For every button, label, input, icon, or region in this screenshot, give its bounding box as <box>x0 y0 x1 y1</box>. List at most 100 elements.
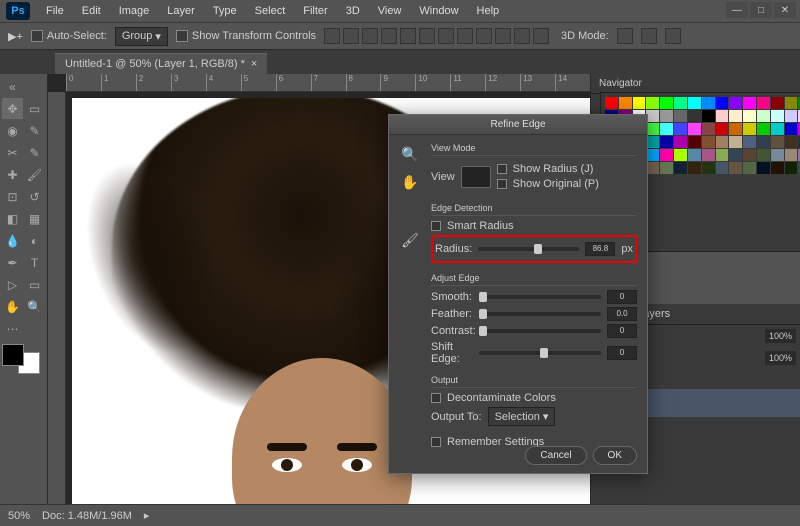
align-icon[interactable] <box>324 28 340 44</box>
swatch[interactable] <box>716 123 729 135</box>
shift-edge-slider[interactable] <box>479 351 601 355</box>
swatch[interactable] <box>688 123 701 135</box>
swatch[interactable] <box>771 136 784 148</box>
menu-type[interactable]: Type <box>205 2 245 20</box>
show-transform-option[interactable]: Show Transform Controls <box>176 30 316 42</box>
minimize-button[interactable]: — <box>726 2 748 18</box>
eraser-tool[interactable]: ◧ <box>2 208 23 229</box>
contrast-value[interactable]: 0 <box>607 324 637 338</box>
swatch[interactable] <box>702 123 715 135</box>
zoom-tool[interactable]: 🔍 <box>24 296 45 317</box>
document-tab[interactable]: Untitled-1 @ 50% (Layer 1, RGB/8) * × <box>55 53 267 74</box>
swatch[interactable] <box>674 149 687 161</box>
swatch[interactable] <box>688 149 701 161</box>
swatch[interactable] <box>771 149 784 161</box>
swatch[interactable] <box>633 97 646 109</box>
swatch[interactable] <box>646 110 659 122</box>
menu-help[interactable]: Help <box>469 2 508 20</box>
swatch[interactable] <box>743 110 756 122</box>
distribute-icon[interactable] <box>495 28 511 44</box>
auto-select-checkbox[interactable] <box>31 30 43 42</box>
swatch[interactable] <box>743 123 756 135</box>
menu-view[interactable]: View <box>370 2 410 20</box>
shift-edge-value[interactable]: 0 <box>607 346 637 360</box>
align-icon[interactable] <box>381 28 397 44</box>
output-to-dropdown[interactable]: Selection▾ <box>488 407 556 426</box>
zoom-level[interactable]: 50% <box>8 510 30 522</box>
swatch[interactable] <box>757 136 770 148</box>
opacity-value[interactable]: 100% <box>765 329 796 343</box>
swatch[interactable] <box>757 97 770 109</box>
pen-tool[interactable]: ✒ <box>2 252 23 273</box>
swatch[interactable] <box>729 97 742 109</box>
cancel-button[interactable]: Cancel <box>525 446 586 465</box>
menu-edit[interactable]: Edit <box>74 2 109 20</box>
menu-window[interactable]: Window <box>411 2 466 20</box>
eyedropper-tool[interactable]: ✎ <box>24 142 45 163</box>
swatch[interactable] <box>688 97 701 109</box>
swatch[interactable] <box>785 123 798 135</box>
foreground-color[interactable] <box>2 344 24 366</box>
swatch[interactable] <box>771 162 784 174</box>
radius-value[interactable]: 86.8 <box>585 242 615 256</box>
align-icon[interactable] <box>362 28 378 44</box>
type-tool[interactable]: T <box>24 252 45 273</box>
swatch[interactable] <box>660 97 673 109</box>
swatch[interactable] <box>716 136 729 148</box>
refine-brush-icon[interactable]: 🖌 <box>399 229 421 251</box>
path-tool[interactable]: ▷ <box>2 274 23 295</box>
zoom-tool-icon[interactable]: 🔍 <box>399 143 421 165</box>
marquee-tool[interactable]: ▭ <box>24 98 45 119</box>
swatch[interactable] <box>688 162 701 174</box>
edit-toolbar[interactable]: ⋯ <box>2 318 23 339</box>
chevron-right-icon[interactable]: ▸ <box>144 509 150 522</box>
swatch[interactable] <box>785 162 798 174</box>
swatch[interactable] <box>660 149 673 161</box>
swatch[interactable] <box>716 97 729 109</box>
swatch[interactable] <box>674 123 687 135</box>
crop-tool[interactable]: ✂ <box>2 142 23 163</box>
swatch[interactable] <box>743 162 756 174</box>
distribute-icon[interactable] <box>476 28 492 44</box>
swatch[interactable] <box>660 162 673 174</box>
swatch[interactable] <box>729 149 742 161</box>
menu-image[interactable]: Image <box>111 2 158 20</box>
swatch[interactable] <box>771 110 784 122</box>
healing-tool[interactable]: ✚ <box>2 164 23 185</box>
smooth-slider[interactable] <box>479 295 601 299</box>
fill-value[interactable]: 100% <box>765 351 796 365</box>
maximize-button[interactable]: □ <box>750 2 772 18</box>
swatch[interactable] <box>702 149 715 161</box>
align-icon[interactable] <box>343 28 359 44</box>
swatch[interactable] <box>771 97 784 109</box>
menu-3d[interactable]: 3D <box>338 2 368 20</box>
swatch[interactable] <box>757 110 770 122</box>
swatch[interactable] <box>785 110 798 122</box>
hand-tool[interactable]: ✋ <box>2 296 23 317</box>
swatch[interactable] <box>757 123 770 135</box>
show-transform-checkbox[interactable] <box>176 30 188 42</box>
dialog-title[interactable]: Refine Edge <box>389 115 647 135</box>
swatch[interactable] <box>702 136 715 148</box>
view-thumbnail[interactable] <box>461 166 491 188</box>
swatch[interactable] <box>743 136 756 148</box>
swatch[interactable] <box>729 110 742 122</box>
swatch[interactable] <box>646 149 659 161</box>
lasso-tool[interactable]: ◉ <box>2 120 23 141</box>
close-button[interactable]: ✕ <box>774 2 796 18</box>
swatch[interactable] <box>674 162 687 174</box>
color-swatches[interactable] <box>2 344 40 374</box>
swatch[interactable] <box>743 97 756 109</box>
radius-slider[interactable] <box>478 247 579 251</box>
distribute-icon[interactable] <box>438 28 454 44</box>
swatch[interactable] <box>743 149 756 161</box>
blur-tool[interactable]: 💧 <box>2 230 23 251</box>
swatch[interactable] <box>729 136 742 148</box>
swatch[interactable] <box>646 123 659 135</box>
decontaminate-checkbox[interactable] <box>431 393 441 403</box>
move-tool[interactable]: ✥ <box>2 98 23 119</box>
show-radius-checkbox[interactable] <box>497 164 507 174</box>
remember-checkbox[interactable] <box>431 437 441 447</box>
swatch[interactable] <box>757 149 770 161</box>
smooth-value[interactable]: 0 <box>607 290 637 304</box>
